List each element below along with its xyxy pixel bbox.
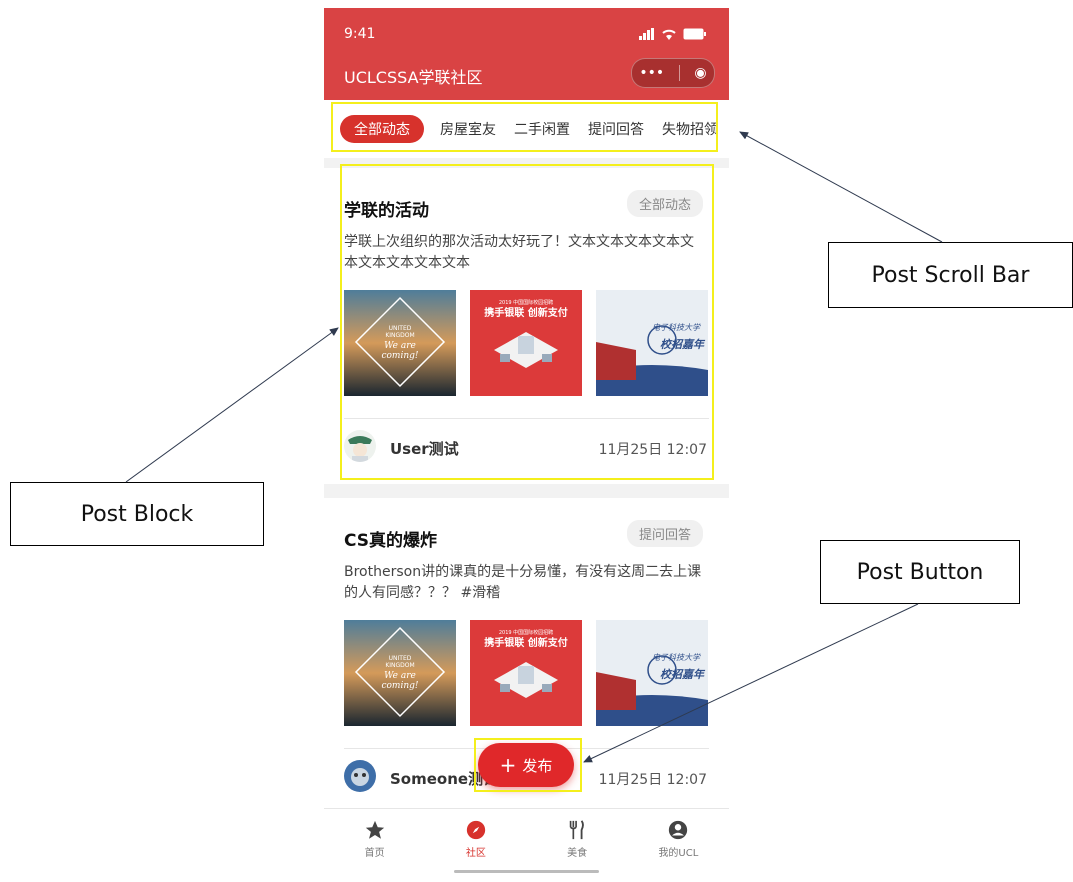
tab-qa[interactable]: 提问回答	[586, 115, 646, 143]
bottom-nav: 首页 社区 美食 我的UCL	[324, 808, 729, 876]
nav-my-ucl[interactable]: 我的UCL	[628, 809, 729, 876]
callout-label: Post Block	[80, 501, 194, 527]
home-indicator	[454, 870, 599, 873]
close-circle-button[interactable]: ◉	[694, 65, 706, 81]
tab-second-hand[interactable]: 二手闲置	[512, 115, 572, 143]
nav-community[interactable]: 社区	[425, 809, 526, 876]
nav-home[interactable]: 首页	[324, 809, 425, 876]
poster-text: 校招嘉年	[660, 338, 706, 351]
post-image-united-kingdom[interactable]: UNITED KINGDOM We are coming!	[344, 620, 456, 726]
nav-label: 美食	[567, 848, 588, 859]
poster-text: 携手银联 创新支付	[484, 636, 567, 649]
post-title: CS真的爆炸	[344, 531, 438, 551]
callout-post-button: Post Button	[820, 540, 1020, 604]
post-image-united-kingdom[interactable]: UNITED KINGDOM We are coming!	[344, 290, 456, 396]
nav-label: 首页	[364, 848, 385, 859]
publish-post-button[interactable]: + 发布	[478, 743, 574, 787]
user-avatar[interactable]	[344, 760, 376, 792]
status-time: 9:41	[344, 26, 376, 42]
user-circle-icon	[669, 820, 688, 840]
signal-icon	[639, 28, 654, 40]
wifi-icon	[662, 29, 676, 40]
tab-housing[interactable]: 房屋室友	[438, 115, 498, 143]
battery-icon	[683, 28, 706, 40]
post-image-fair[interactable]: 2019 中国国际校园招聘 携手银联 创新支付	[470, 620, 582, 726]
post-card[interactable]: 学联的活动 全部动态 学联上次组织的那次活动太好玩了！文本文本文本文本文本文本文…	[324, 168, 729, 484]
tab-lost-found[interactable]: 失物招领	[660, 115, 720, 143]
poster-text: 2019 中国国际校园招聘	[499, 629, 553, 636]
user-avatar[interactable]	[344, 430, 376, 462]
arrow-to-scroll-bar	[739, 131, 943, 243]
callout-label: Post Scroll Bar	[871, 262, 1030, 288]
post-divider	[344, 418, 709, 419]
post-category-tag[interactable]: 提问回答	[626, 520, 703, 547]
poster-text: coming!	[381, 681, 418, 691]
callout-post-scroll-bar: Post Scroll Bar	[828, 242, 1073, 308]
post-body: Brotherson讲的课真的是十分易懂，有没有这周二去上课的人有同感？？？ #…	[344, 564, 702, 601]
post-image-fair[interactable]: 2019 中国国际校园招聘 携手银联 创新支付	[470, 290, 582, 396]
post-username[interactable]: User测试	[390, 438, 459, 459]
tab-all[interactable]: 全部动态	[340, 115, 424, 143]
fork-knife-icon	[569, 820, 584, 840]
post-title: 学联的活动	[344, 201, 429, 221]
poster-text: UNITED	[389, 655, 412, 662]
poster-text: coming!	[381, 351, 418, 361]
post-image-university[interactable]: 电子科技大学 校招嘉年	[596, 290, 708, 396]
mini-program-capsule: ••• ◉	[631, 58, 715, 88]
star-icon	[365, 820, 384, 839]
category-tab-bar[interactable]: 全部动态 房屋室友 二手闲置 提问回答 失物招领	[324, 100, 729, 158]
post-timestamp: 11月25日 12:07	[598, 772, 707, 788]
poster-text: KINGDOM	[385, 662, 414, 669]
app-title: UCLCSSA学联社区	[344, 68, 483, 87]
app-header: 9:41 UCLCSSA学联社区 ••• ◉	[324, 8, 729, 100]
poster-text: We are	[384, 341, 416, 351]
callout-post-block: Post Block	[10, 482, 264, 546]
poster-text: 2019 中国国际校园招聘	[499, 299, 553, 306]
post-body: 学联上次组织的那次活动太好玩了！文本文本文本文本文本文本文本文本文本	[344, 234, 694, 271]
poster-text: 携手银联 创新支付	[484, 306, 567, 319]
nav-label: 社区	[465, 848, 486, 859]
compass-icon	[466, 820, 486, 840]
poster-text: 校招嘉年	[660, 668, 706, 681]
post-timestamp: 11月25日 12:07	[598, 442, 707, 458]
publish-label: 发布	[522, 756, 553, 775]
poster-text: KINGDOM	[385, 332, 414, 339]
post-image-university[interactable]: 电子科技大学 校招嘉年	[596, 620, 708, 726]
callout-label: Post Button	[856, 559, 984, 585]
poster-text: 电子科技大学	[652, 653, 701, 662]
phone-screen: 9:41 UCLCSSA学联社区 ••• ◉ 全部动态 房屋室友 二手闲置 提问…	[324, 8, 729, 876]
capsule-separator	[678, 65, 680, 81]
poster-text: We are	[384, 671, 416, 681]
nav-food[interactable]: 美食	[527, 809, 628, 876]
menu-dots-button[interactable]: •••	[639, 65, 664, 81]
post-category-tag[interactable]: 全部动态	[626, 190, 703, 217]
nav-label: 我的UCL	[658, 848, 699, 859]
status-icons	[639, 28, 707, 40]
plus-icon: +	[499, 753, 517, 777]
arrow-to-post-block	[125, 327, 339, 483]
poster-text: 电子科技大学	[652, 323, 701, 332]
poster-text: UNITED	[389, 325, 412, 332]
